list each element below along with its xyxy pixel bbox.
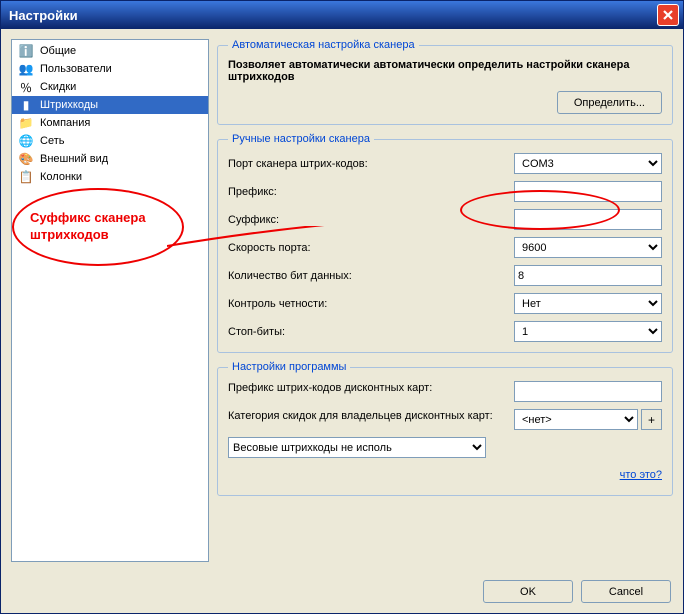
users-icon: 👥 — [18, 61, 34, 77]
sidebar-item-columns[interactable]: 📋 Колонки — [12, 168, 208, 186]
sidebar-item-label: Пользователи — [40, 63, 112, 75]
main-panel: Автоматическая настройка сканера Позволя… — [217, 39, 673, 562]
add-category-button[interactable]: + — [641, 409, 662, 430]
sidebar-item-label: Штрихкоды — [40, 99, 98, 111]
sidebar-item-company[interactable]: 📁 Компания — [12, 114, 208, 132]
sidebar-item-label: Скидки — [40, 81, 76, 93]
port-label: Порт сканера штрих-кодов: — [228, 158, 514, 170]
folder-icon: 📁 — [18, 115, 34, 131]
speed-select[interactable]: 9600 — [514, 237, 662, 258]
settings-window: Настройки ℹ️ Общие 👥 Пользователи ％ Скид… — [0, 0, 684, 614]
detect-button[interactable]: Определить... — [557, 91, 662, 114]
titlebar: Настройки — [1, 1, 683, 29]
bits-input[interactable] — [514, 265, 662, 286]
auto-config-group: Автоматическая настройка сканера Позволя… — [217, 39, 673, 125]
sidebar-item-discounts[interactable]: ％ Скидки — [12, 78, 208, 96]
close-button[interactable] — [657, 4, 679, 26]
dc-prefix-input[interactable] — [514, 381, 662, 402]
sidebar-item-label: Общие — [40, 45, 76, 57]
sidebar-item-users[interactable]: 👥 Пользователи — [12, 60, 208, 78]
port-select[interactable]: COM3 — [514, 153, 662, 174]
manual-config-legend: Ручные настройки сканера — [228, 133, 374, 145]
sidebar-item-appearance[interactable]: 🎨 Внешний вид — [12, 150, 208, 168]
sidebar-item-general[interactable]: ℹ️ Общие — [12, 42, 208, 60]
suffix-label: Суффикс: — [228, 214, 514, 226]
manual-config-group: Ручные настройки сканера Порт сканера шт… — [217, 133, 673, 353]
sidebar-item-label: Сеть — [40, 135, 64, 147]
window-title: Настройки — [9, 8, 657, 23]
prefix-input[interactable] — [514, 181, 662, 202]
stop-select[interactable]: 1 — [514, 321, 662, 342]
whatis-link[interactable]: что это? — [620, 469, 662, 481]
program-config-legend: Настройки программы — [228, 361, 350, 373]
palette-icon: 🎨 — [18, 151, 34, 167]
barcode-icon: ▮ — [18, 97, 34, 113]
sidebar-item-label: Колонки — [40, 171, 82, 183]
ok-button[interactable]: OK — [483, 580, 573, 603]
globe-icon: 🌐 — [18, 133, 34, 149]
bits-label: Количество бит данных: — [228, 270, 514, 282]
dc-cat-select[interactable]: <нет> — [514, 409, 638, 430]
sidebar-item-barcodes[interactable]: ▮ Штрихкоды — [12, 96, 208, 114]
parity-select[interactable]: Нет — [514, 293, 662, 314]
content-area: ℹ️ Общие 👥 Пользователи ％ Скидки ▮ Штрих… — [1, 29, 683, 572]
dc-cat-label: Категория скидок для владельцев дисконтн… — [228, 409, 514, 424]
suffix-input[interactable] — [514, 209, 662, 230]
sidebar-item-network[interactable]: 🌐 Сеть — [12, 132, 208, 150]
prefix-label: Префикс: — [228, 186, 514, 198]
stop-label: Стоп-биты: — [228, 326, 514, 338]
program-config-group: Настройки программы Префикс штрих-кодов … — [217, 361, 673, 496]
auto-config-legend: Автоматическая настройка сканера — [228, 39, 419, 51]
columns-icon: 📋 — [18, 169, 34, 185]
sidebar: ℹ️ Общие 👥 Пользователи ％ Скидки ▮ Штрих… — [11, 39, 209, 562]
dialog-footer: OK Cancel — [1, 572, 683, 613]
auto-config-desc: Позволяет автоматически автоматически оп… — [228, 59, 662, 83]
cancel-button[interactable]: Cancel — [581, 580, 671, 603]
dc-prefix-label: Префикс штрих-кодов дисконтных карт: — [228, 381, 514, 396]
sidebar-item-label: Внешний вид — [40, 153, 108, 165]
info-icon: ℹ️ — [18, 43, 34, 59]
percent-icon: ％ — [18, 79, 34, 95]
sidebar-item-label: Компания — [40, 117, 90, 129]
weight-barcode-select[interactable]: Весовые штрихкоды не исполь — [228, 437, 486, 458]
parity-label: Контроль четности: — [228, 298, 514, 310]
speed-label: Скорость порта: — [228, 242, 514, 254]
